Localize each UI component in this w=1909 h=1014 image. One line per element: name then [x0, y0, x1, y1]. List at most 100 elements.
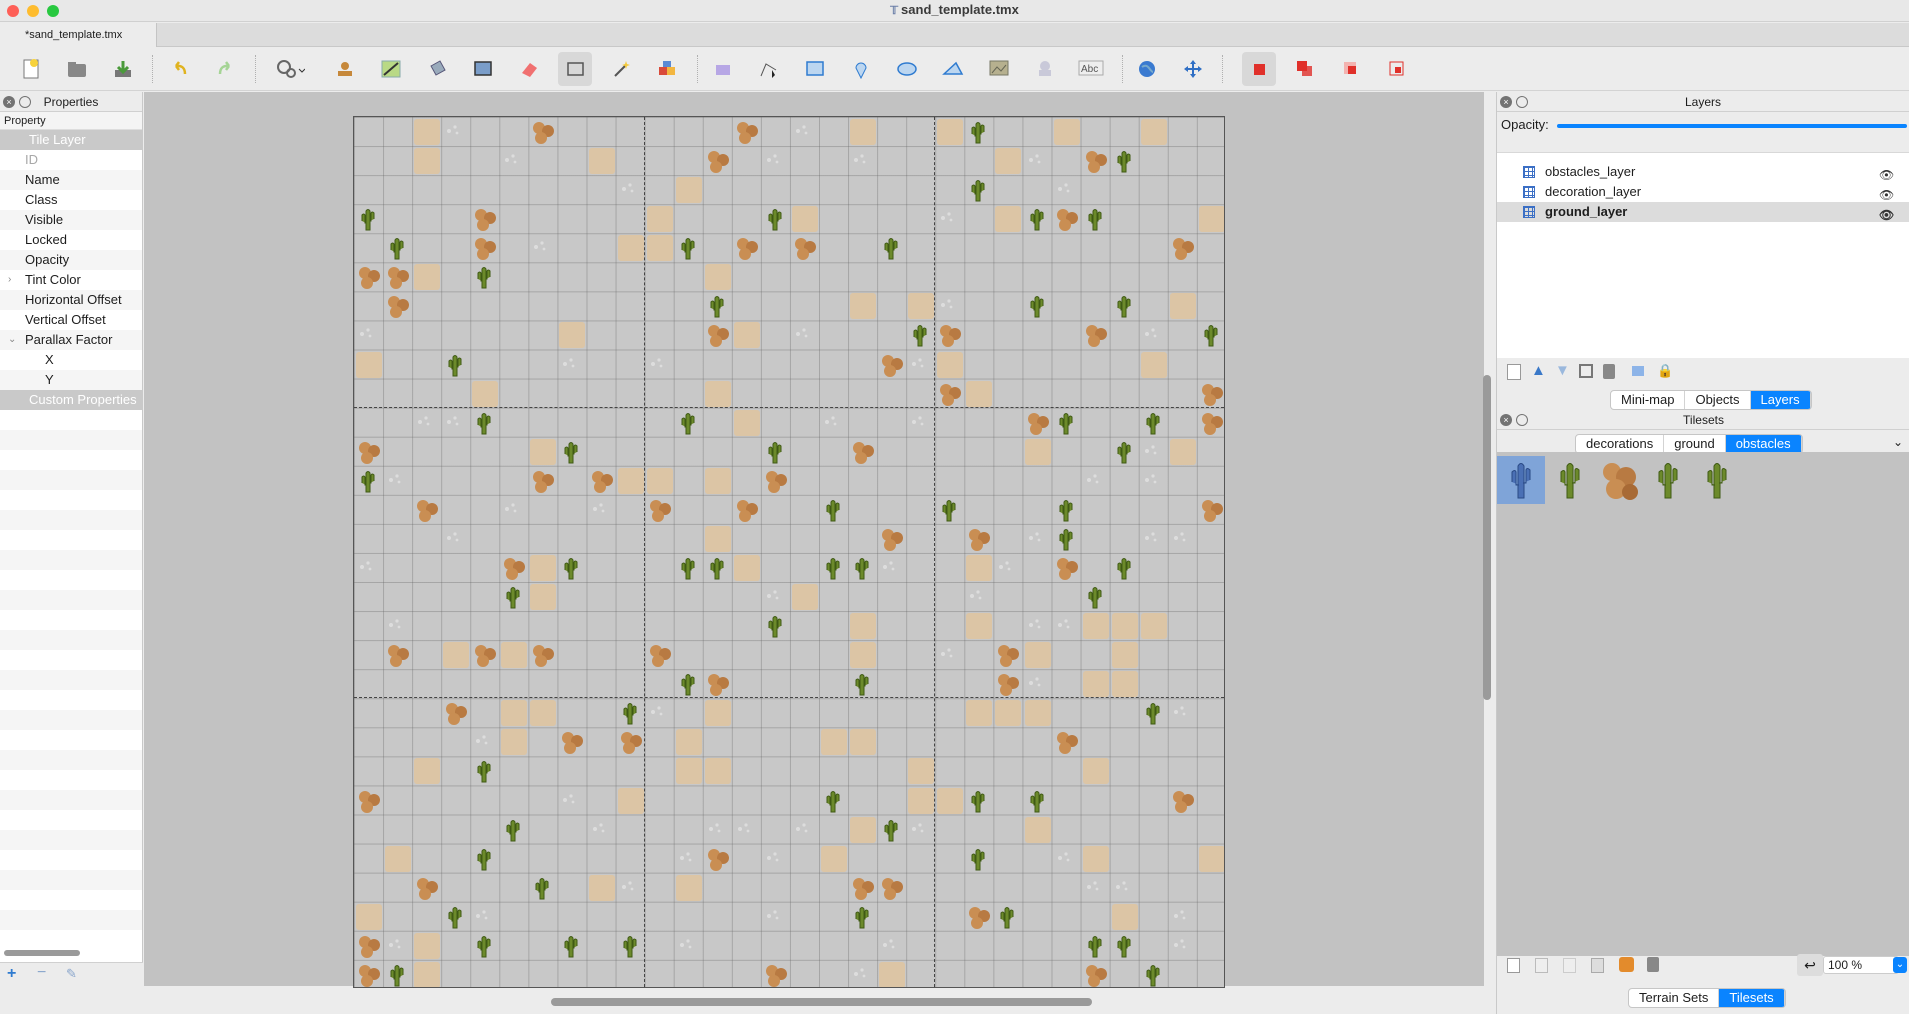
subtract-mode-button[interactable] — [1334, 52, 1368, 86]
properties-hscroll[interactable] — [4, 950, 80, 956]
magic-wand-button[interactable] — [604, 52, 638, 86]
prop-horizontal-offset[interactable]: Horizontal Offset — [0, 290, 142, 310]
close-window-button[interactable] — [7, 5, 19, 17]
layer-item-ground[interactable]: ground_layer 👁 — [1497, 202, 1909, 222]
document-tab[interactable]: *sand_template.tmx — [0, 23, 157, 47]
zoom-select[interactable]: 100 % — [1823, 956, 1899, 974]
open-file-button[interactable] — [60, 52, 94, 86]
new-layer-icon[interactable] — [1507, 364, 1521, 380]
dynamic-wrap-icon[interactable]: ↩ — [1797, 954, 1823, 976]
export-tileset-icon[interactable] — [1563, 958, 1576, 973]
new-file-button[interactable] — [14, 52, 48, 86]
bucket-fill-button[interactable] — [420, 52, 454, 86]
tileset-properties-icon[interactable] — [1619, 957, 1634, 972]
tile-cactus-3[interactable] — [1693, 456, 1741, 504]
new-tileset-icon[interactable] — [1507, 958, 1520, 973]
tab-obstacles[interactable]: obstacles — [1725, 435, 1802, 453]
prop-tint-color[interactable]: › Tint Color — [0, 270, 142, 290]
eye-icon[interactable]: 👁 — [1879, 185, 1895, 202]
add-mode-button[interactable] — [1288, 52, 1322, 86]
prop-vertical-offset[interactable]: Vertical Offset — [0, 310, 142, 330]
tab-decorations[interactable]: decorations — [1576, 435, 1665, 453]
insert-ellipse-button[interactable] — [890, 52, 924, 86]
raise-layer-icon[interactable]: ▲ — [1531, 362, 1546, 379]
chevron-right-icon[interactable]: › — [8, 270, 11, 290]
prop-parallax-factor[interactable]: ⌄ Parallax Factor — [0, 330, 142, 350]
edit-tileset-icon[interactable] — [1591, 958, 1604, 973]
float-panel-icon[interactable] — [1516, 414, 1528, 426]
tileset-view[interactable] — [1497, 452, 1909, 956]
rename-property-icon[interactable]: ✎ — [66, 966, 77, 982]
add-property-icon[interactable]: + — [7, 965, 16, 983]
duplicate-layer-icon[interactable] — [1579, 364, 1593, 378]
canvas-horizontal-scrollbar[interactable] — [551, 998, 1092, 1006]
tab-layers[interactable]: Layers — [1750, 391, 1811, 409]
prop-parallax-x[interactable]: X — [0, 350, 142, 370]
rectangle-select-button[interactable] — [558, 52, 592, 86]
world-tool-button[interactable] — [1130, 52, 1164, 86]
insert-point-button[interactable] — [844, 52, 878, 86]
terrain-brush-button[interactable] — [374, 52, 408, 86]
lock-icon[interactable]: 🔒 — [1657, 363, 1673, 379]
move-tool-button[interactable] — [1176, 52, 1210, 86]
save-button[interactable] — [106, 52, 140, 86]
eraser-button[interactable] — [512, 52, 546, 86]
tab-objects[interactable]: Objects — [1685, 391, 1751, 409]
tile-cactus-1[interactable] — [1546, 456, 1594, 504]
intersect-mode-button[interactable] — [1380, 52, 1414, 86]
stamp-brush-button[interactable] — [328, 52, 362, 86]
prop-parallax-y[interactable]: Y — [0, 370, 142, 390]
redo-button[interactable] — [209, 52, 243, 86]
insert-text-button[interactable]: Abc — [1074, 52, 1108, 86]
insert-template-button[interactable] — [1028, 52, 1062, 86]
select-objects-button[interactable] — [706, 52, 740, 86]
embed-tileset-icon[interactable] — [1535, 958, 1548, 973]
canvas-vertical-scrollbar[interactable] — [1483, 375, 1491, 700]
edit-polygons-button[interactable] — [752, 52, 786, 86]
prop-name[interactable]: Name — [0, 170, 142, 190]
delete-layer-icon[interactable] — [1603, 364, 1615, 379]
lower-layer-icon[interactable]: ▼ — [1555, 362, 1570, 379]
prop-id[interactable]: ID — [0, 150, 142, 170]
custom-properties-group[interactable]: Custom Properties — [0, 390, 142, 410]
float-panel-icon[interactable] — [19, 96, 31, 108]
chevron-down-icon[interactable]: ⌄ — [8, 330, 16, 350]
tab-mini-map[interactable]: Mini-map — [1611, 391, 1686, 409]
tileset-menu-chevron-icon[interactable]: ⌄ — [1893, 435, 1903, 449]
prop-visible[interactable]: Visible — [0, 210, 142, 230]
undo-button[interactable] — [162, 52, 196, 86]
tile-cactus-2[interactable] — [1644, 456, 1692, 504]
close-panel-icon[interactable]: × — [3, 96, 15, 108]
tab-ground[interactable]: ground — [1664, 435, 1726, 453]
insert-rectangle-button[interactable] — [798, 52, 832, 86]
insert-tile-button[interactable] — [982, 52, 1016, 86]
remove-tileset-icon[interactable] — [1647, 957, 1659, 972]
tile-rocks[interactable] — [1595, 456, 1643, 504]
tab-tilesets[interactable]: Tilesets — [1719, 989, 1785, 1007]
close-panel-icon[interactable]: × — [1500, 414, 1512, 426]
zoom-window-button[interactable] — [47, 5, 59, 17]
tab-terrain-sets[interactable]: Terrain Sets — [1629, 989, 1720, 1007]
tile-map[interactable] — [353, 116, 1225, 988]
opacity-slider[interactable] — [1557, 124, 1907, 128]
select-same-tile-button[interactable] — [650, 52, 684, 86]
float-panel-icon[interactable] — [1516, 96, 1528, 108]
show-hide-others-icon[interactable] — [1632, 366, 1644, 376]
map-canvas[interactable] — [144, 92, 1484, 988]
prop-locked[interactable]: Locked — [0, 230, 142, 250]
close-panel-icon[interactable]: × — [1500, 96, 1512, 108]
layer-item-obstacles[interactable]: obstacles_layer 👁 — [1497, 162, 1909, 182]
prop-class[interactable]: Class — [0, 190, 142, 210]
eye-icon[interactable]: 👁 — [1879, 165, 1895, 182]
insert-polygon-button[interactable] — [936, 52, 970, 86]
eye-icon[interactable]: 👁 — [1879, 205, 1895, 222]
remove-property-icon[interactable]: − — [37, 964, 46, 982]
minimize-window-button[interactable] — [27, 5, 39, 17]
replace-mode-button[interactable] — [1242, 52, 1276, 86]
prop-opacity[interactable]: Opacity — [0, 250, 142, 270]
tile-cactus-blue[interactable] — [1497, 456, 1545, 504]
tile-layer-group[interactable]: Tile Layer — [0, 130, 142, 150]
zoom-dropdown-chevron-icon[interactable]: ⌄ — [1893, 957, 1907, 973]
layer-item-decoration[interactable]: decoration_layer 👁 — [1497, 182, 1909, 202]
shape-fill-button[interactable] — [466, 52, 500, 86]
